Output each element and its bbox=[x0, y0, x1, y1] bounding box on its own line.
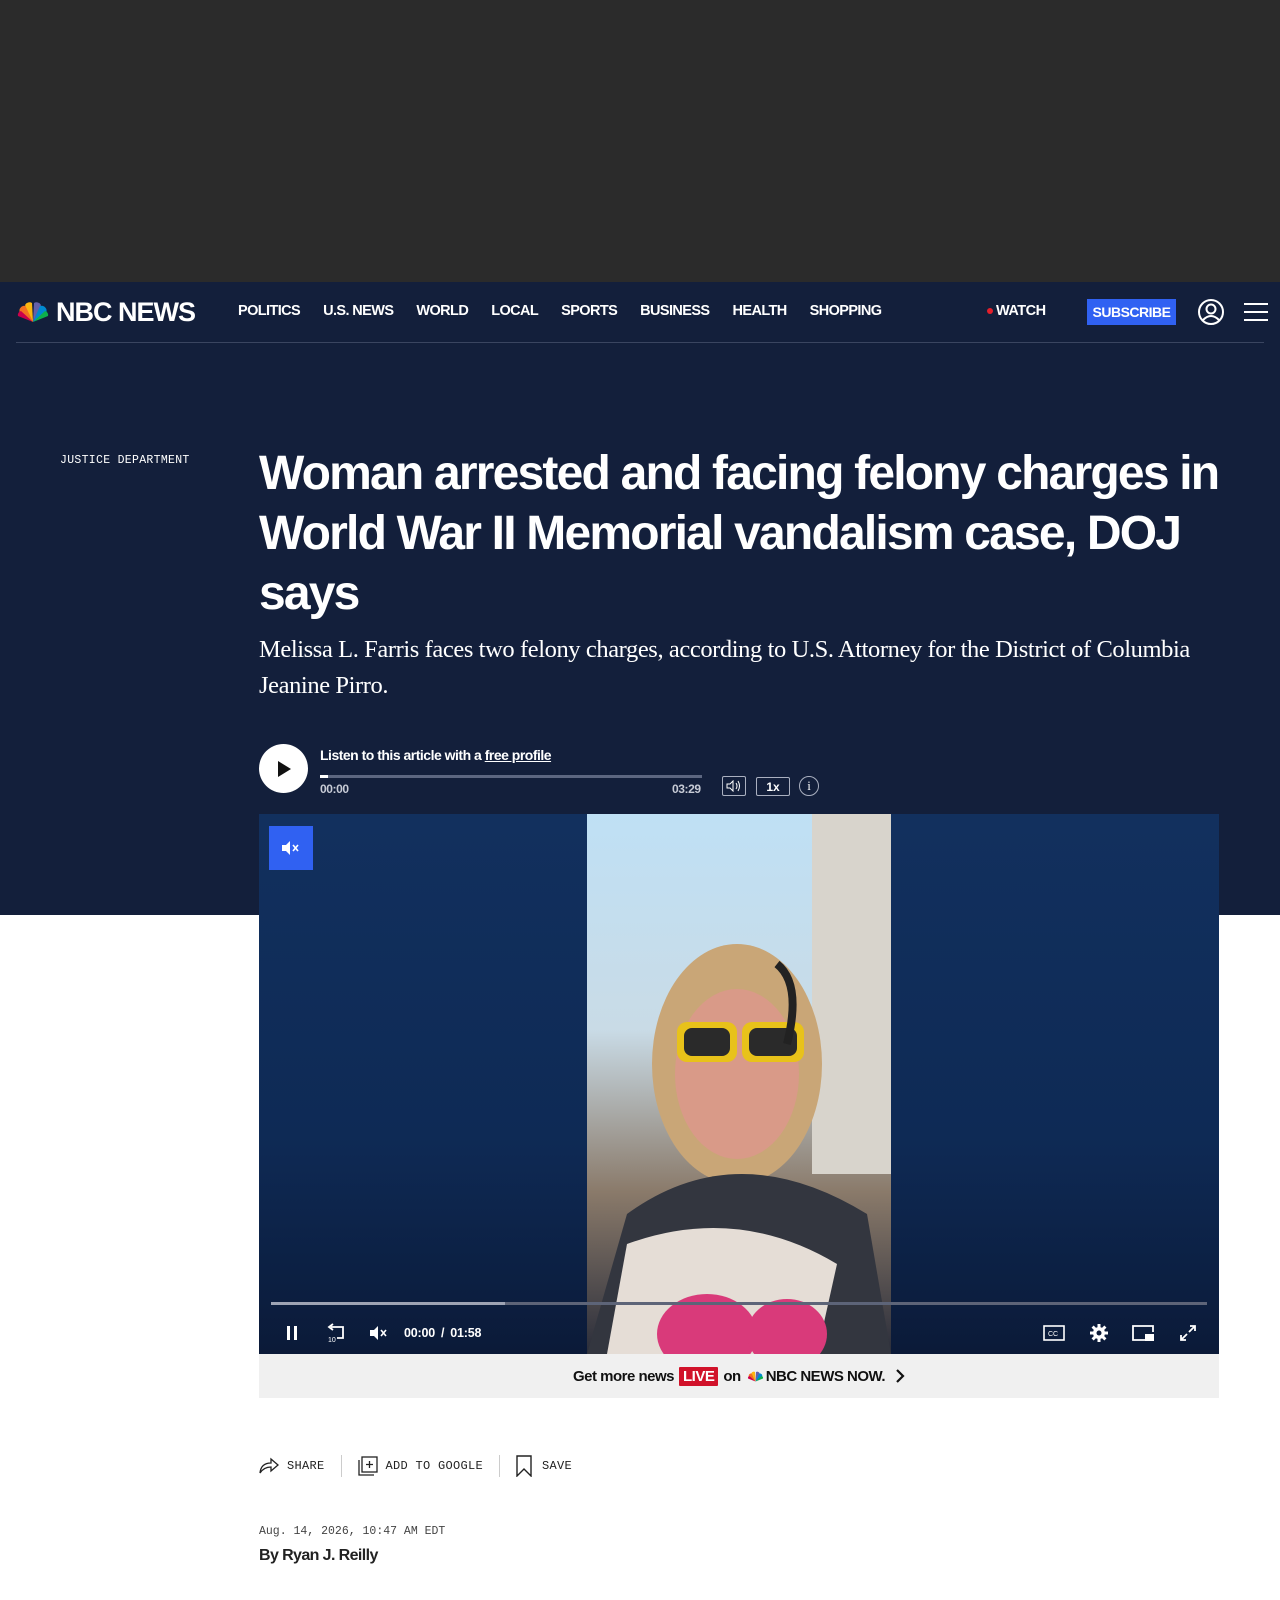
nav-sports[interactable]: SPORTS bbox=[561, 303, 618, 319]
article-date: Aug. 14, 2026, 10:47 AM EDT bbox=[259, 1525, 446, 1538]
watch-link[interactable]: WATCH bbox=[987, 303, 1046, 319]
rewind-10-icon: 10 bbox=[327, 1323, 344, 1343]
nav-health[interactable]: HEALTH bbox=[733, 303, 788, 319]
article-byline[interactable]: By Ryan J. Reilly bbox=[259, 1547, 378, 1565]
fullscreen-button[interactable] bbox=[1179, 1322, 1197, 1344]
watch-label: WATCH bbox=[996, 303, 1046, 319]
free-profile-link[interactable]: free profile bbox=[485, 747, 552, 763]
video-frame bbox=[587, 814, 891, 1354]
audio-total-time: 03:29 bbox=[672, 782, 701, 796]
article-headline: Woman arrested and facing felony charges… bbox=[259, 447, 1220, 620]
share-icon bbox=[259, 1457, 279, 1474]
unmute-button[interactable] bbox=[269, 826, 313, 870]
bookmark-icon bbox=[516, 1455, 532, 1477]
logo-wordmark: NBC NEWS bbox=[56, 296, 196, 327]
pause-icon bbox=[287, 1326, 297, 1340]
section-label[interactable]: JUSTICE DEPARTMENT bbox=[60, 454, 190, 467]
captions-button[interactable]: CC bbox=[1043, 1322, 1065, 1344]
nav-business[interactable]: BUSINESS bbox=[640, 303, 710, 319]
video-player[interactable]: 10 00:00 / 01:58 CC bbox=[259, 814, 1219, 1354]
nav-us-news[interactable]: U.S. NEWS bbox=[323, 303, 394, 319]
fullscreen-icon bbox=[1180, 1325, 1196, 1341]
audio-progress-bar[interactable] bbox=[320, 775, 702, 778]
svg-text:10: 10 bbox=[328, 1337, 336, 1343]
save-button[interactable]: SAVE bbox=[516, 1455, 572, 1477]
nav-local[interactable]: LOCAL bbox=[491, 303, 539, 319]
peacock-icon bbox=[747, 1371, 763, 1381]
audio-progress-fill bbox=[320, 775, 328, 778]
nbc-news-now-logo: NBC NEWS NOW. bbox=[747, 1367, 886, 1385]
muted-speaker-icon bbox=[370, 1326, 387, 1340]
video-backdrop-right bbox=[891, 814, 1219, 1354]
save-label: SAVE bbox=[542, 1459, 573, 1473]
listen-prompt: Listen to this article with a free profi… bbox=[320, 747, 552, 763]
picture-in-picture-button[interactable] bbox=[1131, 1322, 1155, 1344]
audio-volume-button[interactable] bbox=[722, 776, 746, 796]
video-buffer-fill bbox=[271, 1302, 505, 1305]
nav-world[interactable]: WORLD bbox=[416, 303, 468, 319]
live-dot-icon bbox=[987, 308, 993, 314]
chevron-right-icon bbox=[896, 1369, 905, 1383]
audio-info-button[interactable]: i bbox=[799, 776, 819, 796]
video-mute-button[interactable] bbox=[369, 1322, 389, 1344]
live-banner[interactable]: Get more news LIVE on NBC NEWS NOW. bbox=[259, 1354, 1219, 1398]
add-source-icon bbox=[357, 1456, 378, 1476]
settings-button[interactable] bbox=[1089, 1322, 1109, 1344]
live-badge: LIVE bbox=[679, 1366, 719, 1386]
subscribe-button[interactable]: SUBSCRIBE bbox=[1087, 299, 1176, 325]
top-navigation: NBC NEWS POLITICS U.S. NEWS WORLD LOCAL … bbox=[16, 282, 1268, 343]
peacock-icon bbox=[17, 302, 49, 322]
listen-prefix: Listen to this article with a bbox=[320, 747, 485, 763]
video-still-image bbox=[587, 814, 891, 1354]
share-button[interactable]: SHARE bbox=[259, 1457, 325, 1475]
speaker-icon bbox=[726, 780, 740, 792]
account-icon[interactable] bbox=[1197, 298, 1225, 326]
action-divider bbox=[499, 1455, 501, 1477]
hamburger-menu-icon[interactable] bbox=[1242, 300, 1270, 324]
audio-current-time: 00:00 bbox=[320, 782, 349, 796]
video-time-display: 00:00 / 01:58 bbox=[404, 1322, 481, 1344]
nbc-news-logo[interactable]: NBC NEWS bbox=[16, 296, 196, 327]
audio-speed-button[interactable]: 1x bbox=[756, 777, 790, 796]
closed-captions-icon: CC bbox=[1043, 1325, 1065, 1341]
action-divider bbox=[340, 1455, 342, 1477]
audio-play-button[interactable] bbox=[259, 744, 308, 793]
play-icon bbox=[277, 760, 291, 777]
video-total-time: 01:58 bbox=[450, 1326, 482, 1340]
muted-speaker-icon bbox=[282, 841, 299, 855]
nav-politics[interactable]: POLITICS bbox=[238, 303, 301, 319]
nav-shopping[interactable]: SHOPPING bbox=[810, 303, 882, 319]
pause-button[interactable] bbox=[285, 1322, 299, 1344]
share-label: SHARE bbox=[287, 1459, 325, 1473]
rewind-10-button[interactable]: 10 bbox=[325, 1322, 347, 1344]
article-dek: Melissa L. Farris faces two felony charg… bbox=[259, 636, 1190, 699]
svg-text:CC: CC bbox=[1048, 1331, 1058, 1338]
ad-placeholder bbox=[0, 0, 1280, 282]
add-to-google-button[interactable]: ADD TO GOOGLE bbox=[357, 1456, 484, 1476]
video-backdrop-left bbox=[259, 814, 587, 1354]
add-to-google-label: ADD TO GOOGLE bbox=[385, 1459, 484, 1473]
article-actions: SHARE ADD TO GOOGLE SAVE bbox=[259, 1455, 572, 1477]
video-progress-bar[interactable] bbox=[271, 1302, 1207, 1305]
nbc-news-now-wordmark: NBC NEWS NOW. bbox=[765, 1367, 886, 1385]
live-banner-on: on bbox=[723, 1367, 741, 1385]
section-nav: POLITICS U.S. NEWS WORLD LOCAL SPORTS BU… bbox=[238, 303, 904, 319]
gear-icon bbox=[1090, 1324, 1108, 1342]
video-time-separator: / bbox=[440, 1326, 445, 1340]
video-current-time: 00:00 bbox=[404, 1326, 435, 1340]
picture-in-picture-icon bbox=[1132, 1325, 1154, 1341]
live-banner-prefix: Get more news bbox=[572, 1367, 675, 1385]
